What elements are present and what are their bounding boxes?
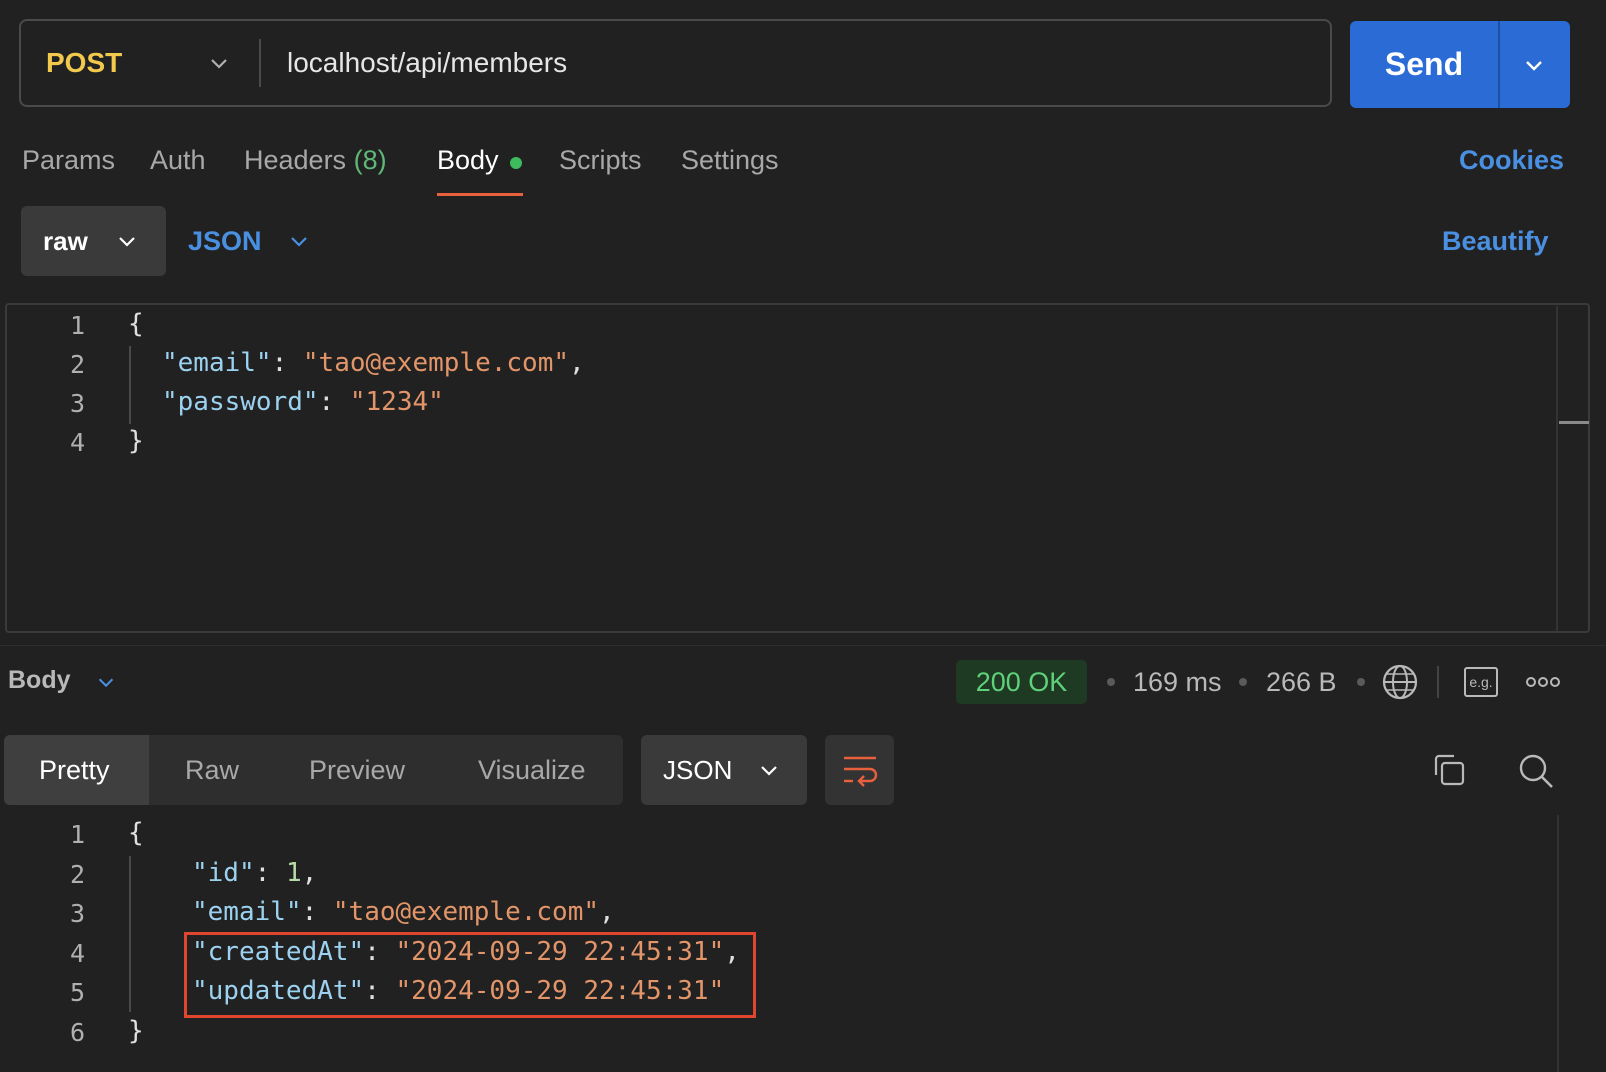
line-number: 6	[69, 1018, 85, 1047]
json-key: "password"	[162, 387, 319, 417]
tab-settings[interactable]: Settings	[681, 145, 779, 176]
view-tab-preview[interactable]: Preview	[309, 735, 405, 805]
response-time[interactable]: 169 ms	[1133, 660, 1222, 704]
active-tab-underline	[437, 193, 523, 196]
editor-scrollbar[interactable]	[1556, 306, 1558, 631]
globe-icon[interactable]	[1380, 662, 1420, 702]
body-type-dropdown[interactable]: JSON	[188, 206, 262, 276]
status-badge[interactable]: 200 OK	[956, 660, 1087, 704]
wrap-lines-button[interactable]	[825, 735, 894, 805]
response-view-tabs: Pretty Raw Preview Visualize	[4, 735, 623, 805]
request-url-bar: POST localhost/api/members	[19, 19, 1332, 107]
line-number: 2	[69, 860, 85, 889]
send-divider	[1498, 21, 1500, 108]
indent-guide	[129, 346, 131, 424]
response-scrollbar[interactable]	[1557, 815, 1559, 1072]
line-number: 4	[69, 428, 85, 457]
json-string: "1234"	[349, 387, 444, 417]
code-line: {	[128, 818, 144, 848]
json-number: 1	[285, 858, 302, 888]
line-number: 5	[69, 978, 85, 1007]
chevron-down-icon	[761, 766, 777, 776]
tab-params[interactable]: Params	[22, 145, 115, 176]
view-tab-raw[interactable]: Raw	[185, 735, 239, 805]
separator-dot	[1107, 678, 1115, 686]
highlight-box	[184, 932, 756, 1018]
body-mode-dropdown[interactable]: raw	[21, 206, 166, 276]
view-tab-pretty[interactable]: Pretty	[39, 735, 110, 805]
body-mode-label: raw	[43, 225, 88, 256]
url-input[interactable]: localhost/api/members	[287, 21, 567, 105]
tab-auth[interactable]: Auth	[150, 145, 206, 176]
scrollbar-thumb[interactable]	[1559, 421, 1589, 424]
response-format-dropdown[interactable]: JSON	[641, 735, 807, 805]
code-line: "id": 1,	[192, 858, 318, 888]
line-number: 1	[69, 311, 85, 340]
separator-dot	[1239, 678, 1247, 686]
line-number: 3	[69, 899, 85, 928]
search-icon[interactable]	[1518, 753, 1554, 789]
toolbar-separator	[1437, 666, 1439, 698]
json-key: "email"	[162, 348, 272, 378]
url-divider	[259, 39, 261, 87]
code-line: "email": "tao@exemple.com",	[192, 897, 615, 927]
view-tab-visualize[interactable]: Visualize	[478, 735, 586, 805]
example-icon[interactable]: e.g.	[1464, 667, 1498, 697]
json-key: "email"	[192, 897, 302, 927]
chevron-down-icon	[119, 237, 135, 247]
send-button-group: Send	[1350, 21, 1570, 108]
chevron-down-icon[interactable]	[207, 51, 231, 75]
chevron-down-icon[interactable]	[95, 671, 117, 693]
line-number: 4	[69, 939, 85, 968]
copy-icon[interactable]	[1432, 753, 1466, 787]
code-line: }	[128, 1016, 144, 1046]
more-icon[interactable]	[1526, 672, 1560, 692]
code-line: "email": "tao@exemple.com",	[162, 348, 585, 378]
beautify-button[interactable]: Beautify	[1442, 206, 1549, 276]
json-string: "tao@exemple.com"	[302, 348, 569, 378]
send-button[interactable]: Send	[1350, 21, 1498, 108]
cookies-link[interactable]: Cookies	[1459, 145, 1564, 176]
indent-guide	[129, 856, 131, 1012]
code-line: {	[128, 309, 144, 339]
response-format-label: JSON	[663, 754, 733, 785]
json-key: "id"	[192, 858, 255, 888]
chevron-down-icon[interactable]	[1522, 53, 1546, 77]
line-number: 1	[69, 820, 85, 849]
tab-body[interactable]: Body	[437, 145, 499, 176]
method-selector[interactable]: POST	[46, 21, 122, 105]
response-size[interactable]: 266 B	[1266, 660, 1337, 704]
example-label: e.g.	[1469, 674, 1493, 690]
line-number: 2	[69, 350, 85, 379]
separator-dot	[1357, 678, 1365, 686]
body-modified-dot	[510, 157, 522, 169]
response-section-title[interactable]: Body	[8, 660, 71, 700]
tab-headers[interactable]: Headers (8)	[244, 145, 387, 176]
chevron-down-icon[interactable]	[287, 229, 311, 253]
wrap-lines-icon	[844, 756, 878, 787]
tab-scripts[interactable]: Scripts	[559, 145, 642, 176]
json-string: "tao@exemple.com"	[332, 897, 599, 927]
method-label: POST	[46, 47, 123, 78]
line-number: 3	[69, 389, 85, 418]
code-line: "password": "1234"	[162, 387, 444, 417]
response-divider	[0, 645, 1606, 646]
headers-count: (8)	[353, 145, 387, 175]
tab-headers-label: Headers	[244, 145, 347, 175]
code-line: }	[128, 426, 144, 456]
